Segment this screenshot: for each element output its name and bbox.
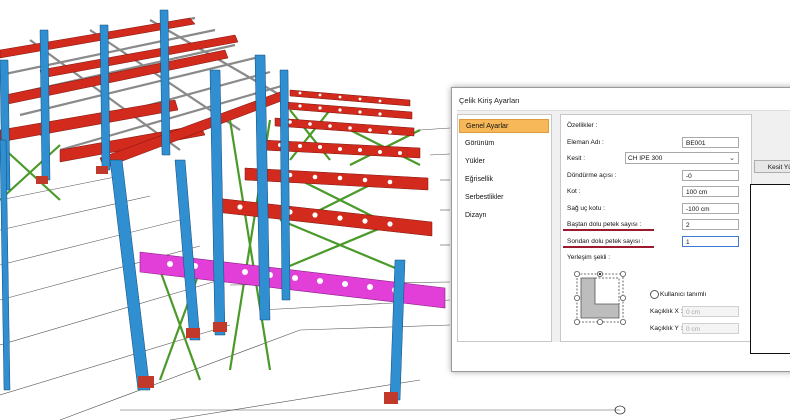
nav-item-design[interactable]: Dizayn bbox=[459, 209, 549, 223]
settings-nav: Genel Ayarlar Görünüm Yükler Eğrisellik … bbox=[457, 114, 552, 342]
offset-x-field[interactable]: 0 cm bbox=[682, 306, 739, 317]
nav-item-loads[interactable]: Yükler bbox=[459, 155, 549, 169]
section-label: Kesit : bbox=[567, 155, 586, 162]
nav-item-curvature[interactable]: Eğrisellik bbox=[459, 173, 549, 187]
element-name-label: Eleman Adı : bbox=[567, 139, 604, 146]
section-title: Özellikler : bbox=[567, 122, 598, 129]
chevron-down-icon: ⌄ bbox=[729, 155, 735, 162]
dialog-title: Çelik Kiriş Ayarları bbox=[459, 96, 520, 105]
placement-shape-icon[interactable] bbox=[567, 266, 633, 332]
offset-y-label: Kaçıklık Y : bbox=[650, 325, 683, 332]
nav-item-view[interactable]: Görünüm bbox=[459, 137, 549, 151]
dialog-body: Genel Ayarlar Görünüm Yükler Eğrisellik … bbox=[457, 110, 790, 354]
elevation-label: Kot : bbox=[567, 188, 581, 195]
rotation-label: Döndürme açısı : bbox=[567, 172, 617, 179]
end-full-cells-label: Sondan dolu petek sayısı : bbox=[567, 238, 644, 245]
section-preview-box bbox=[750, 184, 790, 354]
right-end-elev-label: Sağ uç kotu : bbox=[567, 205, 605, 212]
start-full-cells-underline bbox=[563, 229, 654, 231]
right-end-elev-field[interactable]: -100 cm bbox=[682, 203, 739, 214]
properties-panel: Özellikler : Eleman Adı : BE001 Kesit : … bbox=[560, 114, 752, 342]
start-full-cells-label: Baştan dolu petek sayısı : bbox=[567, 221, 642, 228]
section-select-value: CH IPE 300 bbox=[628, 155, 663, 162]
element-name-field[interactable]: BE001 bbox=[682, 137, 739, 148]
nav-item-releases[interactable]: Serbestlikler bbox=[459, 191, 549, 205]
load-section-button[interactable]: Kesit Yükle bbox=[754, 160, 790, 173]
start-full-cells-field[interactable]: 2 bbox=[682, 219, 739, 230]
offset-x-label: Kaçıklık X : bbox=[650, 308, 683, 315]
offset-y-field[interactable]: 0 cm bbox=[682, 323, 739, 334]
section-select[interactable]: CH IPE 300 ⌄ bbox=[625, 152, 739, 164]
placement-label: Yerleşim şekli : bbox=[567, 254, 611, 261]
nav-item-general[interactable]: Genel Ayarlar bbox=[459, 119, 549, 133]
end-full-cells-underline bbox=[563, 246, 654, 248]
steel-beam-settings-dialog: Çelik Kiriş Ayarları Genel Ayarlar Görün… bbox=[451, 87, 790, 372]
end-full-cells-field[interactable]: 1 bbox=[682, 236, 739, 247]
custom-radio[interactable] bbox=[650, 290, 659, 299]
rotation-field[interactable]: -0 bbox=[682, 170, 739, 181]
elevation-field[interactable]: 100 cm bbox=[682, 186, 739, 197]
custom-radio-label: Kullanıcı tanımlı bbox=[660, 291, 707, 298]
